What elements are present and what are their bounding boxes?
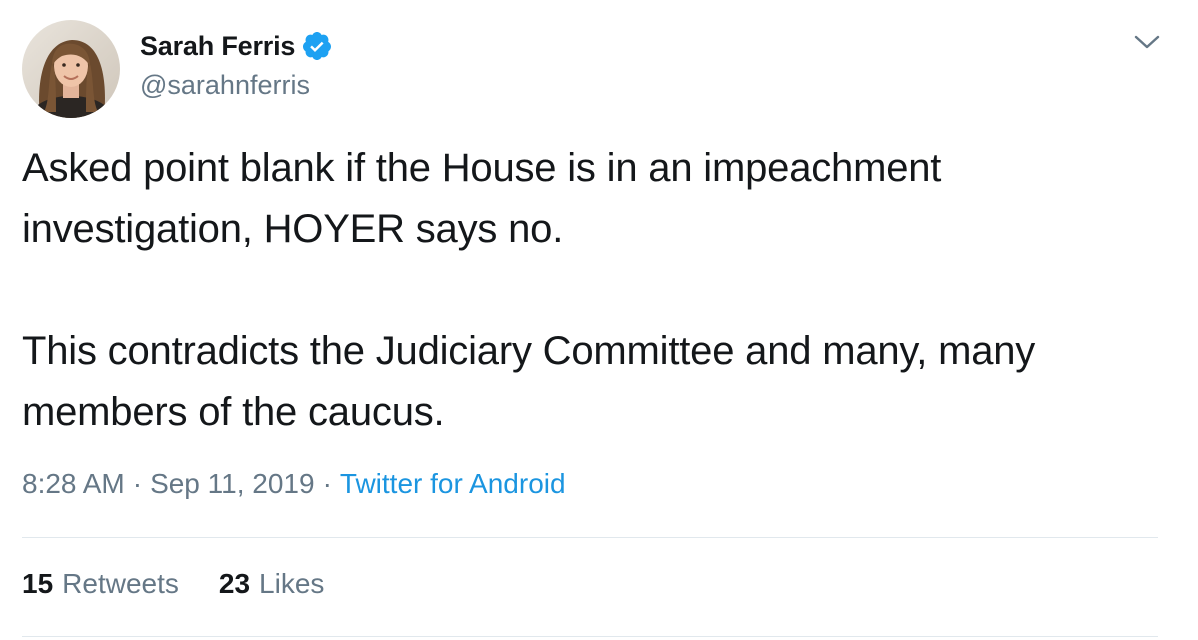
tweet-paragraph: This contradicts the Judiciary Committee… (22, 329, 1036, 434)
meta-separator: · (322, 468, 332, 499)
display-name[interactable]: Sarah Ferris (140, 31, 295, 62)
author-block[interactable]: Sarah Ferris @sarahnferris (140, 28, 333, 101)
likes-label: Likes (259, 568, 325, 599)
likes-stat[interactable]: 23 Likes (219, 568, 325, 600)
tweet-source-link[interactable]: Twitter for Android (340, 468, 566, 499)
author-handle[interactable]: @sarahnferris (140, 70, 333, 101)
retweets-count: 15 (22, 568, 54, 599)
tweet-card: Sarah Ferris @sarahnferris Asked point b… (0, 0, 1198, 640)
divider (22, 636, 1158, 637)
retweets-stat[interactable]: 15 Retweets (22, 568, 179, 600)
tweet-date[interactable]: Sep 11, 2019 (150, 468, 315, 499)
divider (22, 537, 1158, 538)
likes-count: 23 (218, 568, 251, 599)
name-row: Sarah Ferris (140, 28, 333, 64)
tweet-paragraph: Asked point blank if the House is in an … (22, 146, 942, 251)
meta-separator: · (132, 468, 143, 499)
retweets-label: Retweets (62, 568, 179, 599)
chevron-down-icon[interactable] (1132, 30, 1162, 54)
tweet-meta: 8:28 AM · Sep 11, 2019 · Twitter for Android (22, 468, 566, 500)
verified-badge-icon (301, 30, 333, 62)
tweet-text: Asked point blank if the House is in an … (22, 138, 1162, 443)
tweet-time[interactable]: 8:28 AM (22, 468, 125, 499)
engagement-stats: 15 Retweets 23 Likes (22, 568, 364, 600)
avatar[interactable] (22, 20, 120, 118)
